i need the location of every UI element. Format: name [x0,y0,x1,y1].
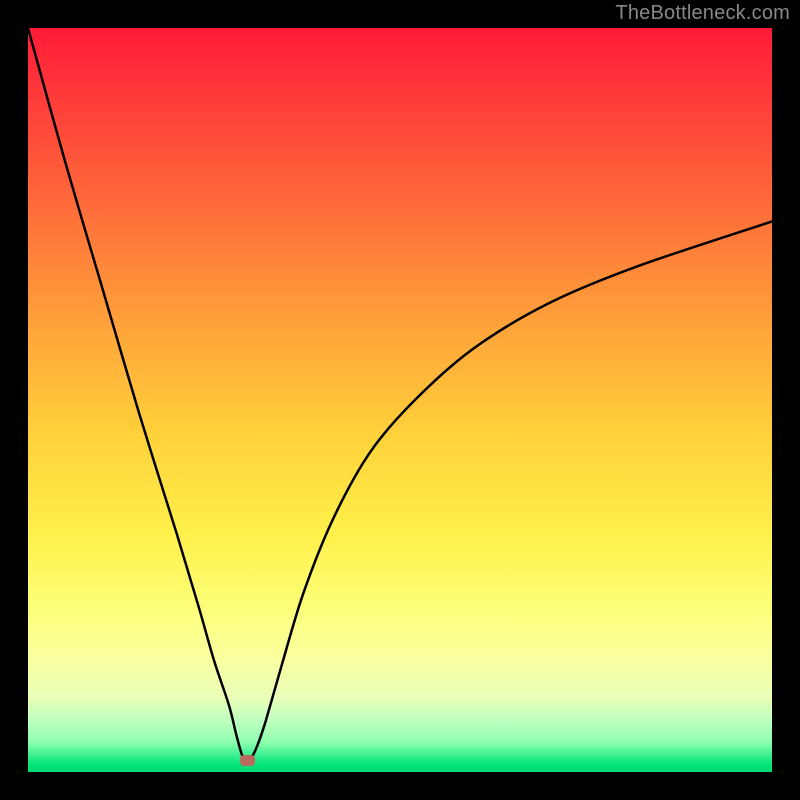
chart-frame: TheBottleneck.com [0,0,800,800]
chart-plot-area [28,28,772,772]
bottleneck-curve [28,28,772,772]
watermark-text: TheBottleneck.com [615,2,790,25]
optimal-point-marker [240,755,255,766]
